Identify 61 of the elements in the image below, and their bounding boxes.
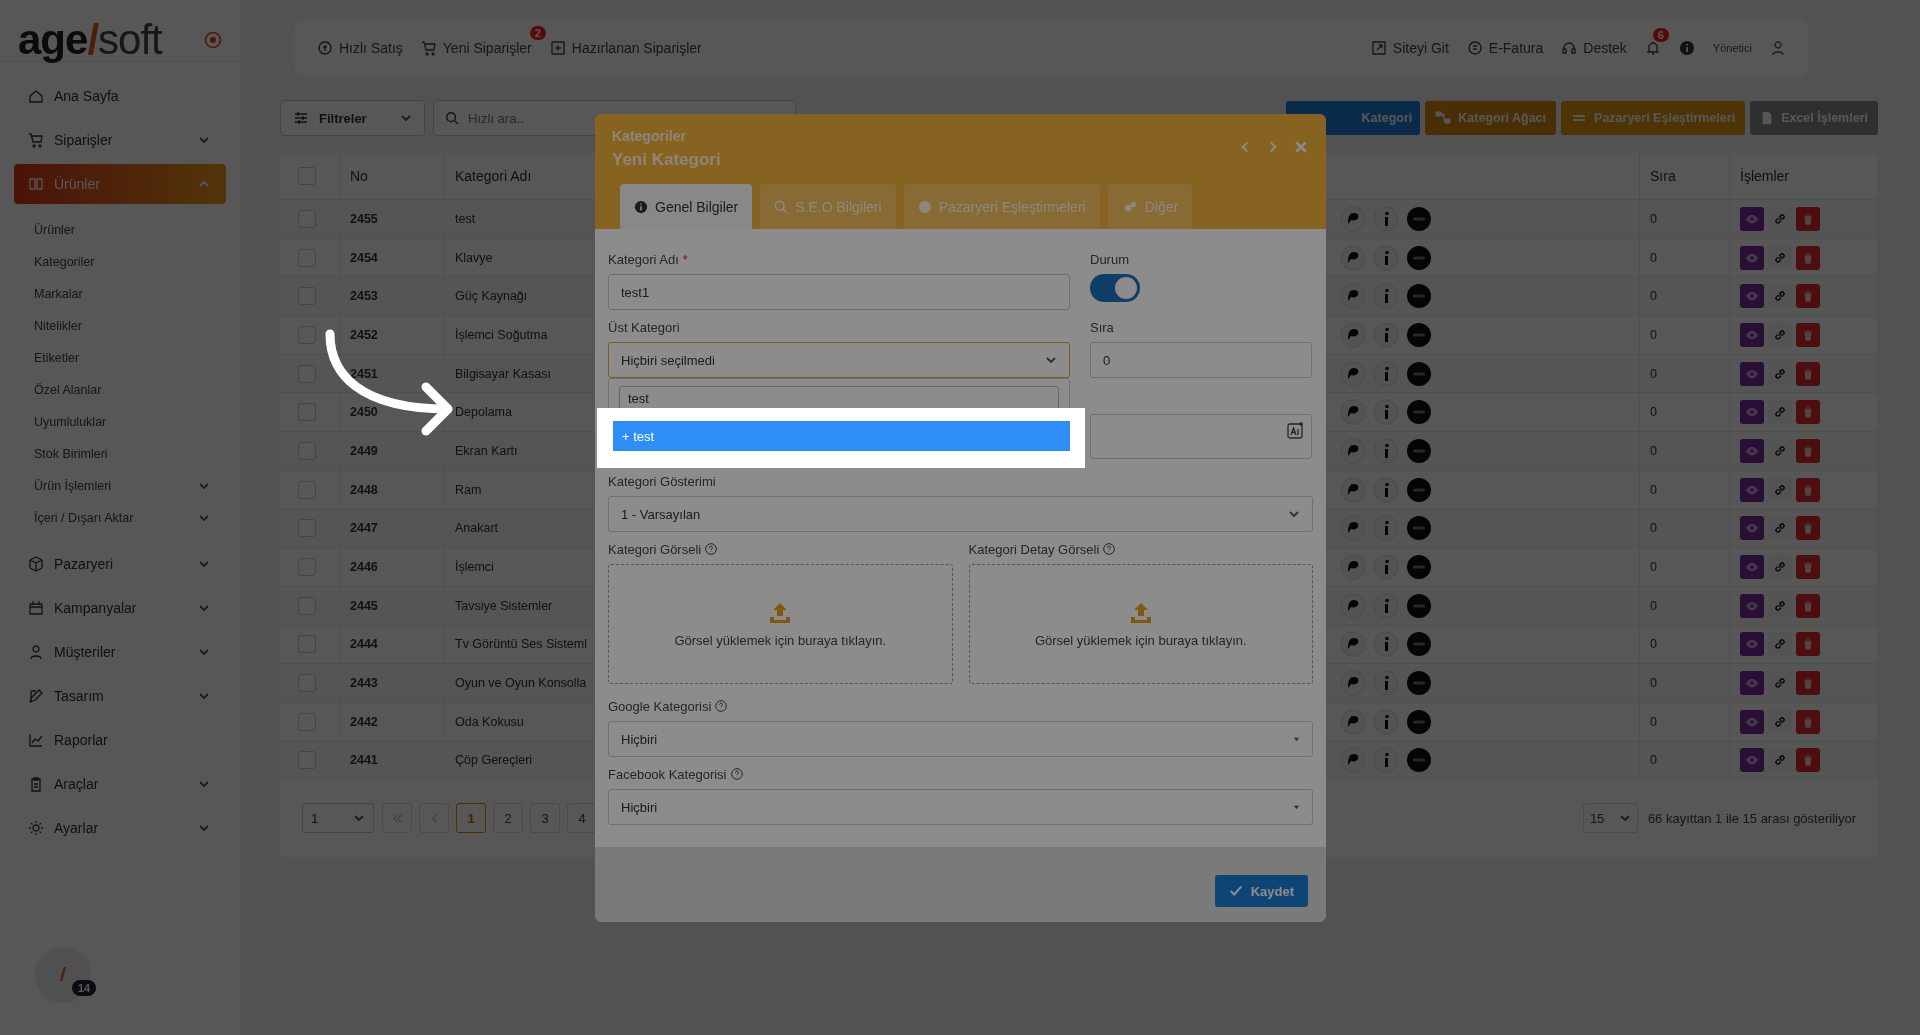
table-cell: Depolama	[455, 405, 512, 420]
table-cell: 2450	[350, 405, 378, 420]
table-cell: 2452	[350, 327, 378, 342]
table-cell: 2449	[350, 443, 378, 458]
table-cell: 0	[1650, 521, 1657, 536]
table-cell: 2454	[350, 250, 378, 265]
modal-title: Kategoriler	[612, 128, 687, 144]
required-mark: *	[682, 251, 688, 267]
table-cell: 2451	[350, 366, 378, 381]
table-cell: 0	[1650, 443, 1657, 458]
table-cell: Ram	[455, 482, 482, 497]
table-cell: 0	[1650, 366, 1657, 381]
field-label: Kategori Adı	[608, 251, 679, 267]
table-cell: 2447	[350, 521, 378, 536]
field-label: Kategori Detay Görseli	[968, 541, 1100, 557]
table-cell: 2443	[350, 676, 378, 691]
table-cell: 0	[1650, 714, 1657, 729]
count-badge: 14	[72, 980, 97, 996]
field-label: Facebook Kategorisi	[608, 766, 727, 782]
table-cell: İşlemci Soğutma	[455, 327, 548, 342]
table-cell: 2441	[350, 753, 378, 768]
modal-subtitle: Yeni Kategori	[612, 150, 722, 170]
table-cell: 2445	[350, 598, 378, 613]
table-cell: Oyun ve Oyun Konsolla	[455, 676, 587, 691]
table-cell: 0	[1650, 405, 1657, 420]
table-cell: 0	[1650, 250, 1657, 265]
table-cell: 2455	[350, 211, 378, 226]
table-cell: Çöp Gereçleri	[455, 753, 533, 768]
field-label: Durum	[1090, 251, 1129, 267]
field-label: Kategori Gösterimi	[608, 473, 716, 489]
table-cell: Bilgisayar Kasası	[455, 366, 551, 381]
table-cell: 2442	[350, 714, 378, 729]
field-label: Kategori Görseli	[608, 541, 702, 557]
table-cell: Tv Görüntü Ses Sisteml	[455, 637, 587, 652]
table-cell: Anakart	[455, 521, 499, 536]
table-cell: 0	[1650, 327, 1657, 342]
table-cell: 0	[1650, 289, 1657, 304]
table-cell: 2444	[350, 637, 378, 652]
table-cell: 0	[1650, 637, 1657, 652]
table-cell: Güç Kaynağı	[455, 289, 528, 304]
table-cell: 0	[1650, 482, 1657, 497]
table-cell: Klavye	[455, 250, 493, 265]
table-cell: 2446	[350, 560, 378, 575]
table-cell: 0	[1650, 560, 1657, 575]
table-cell: 0	[1650, 211, 1657, 226]
table-cell: 0	[1650, 598, 1657, 613]
table-cell: 0	[1650, 753, 1657, 768]
table-cell: 0	[1650, 676, 1657, 691]
table-cell: İşlemci	[455, 560, 494, 575]
table-cell: test	[455, 211, 476, 226]
pagination-info: 66 kayıttan 1 ile 15 arası gösteriliyor	[1647, 810, 1856, 826]
count-badge: 2	[529, 26, 546, 40]
count-badge: 6	[1652, 28, 1669, 42]
field-label: Üst Kategori	[608, 319, 680, 335]
table-cell: Ekran Kartı	[455, 443, 518, 458]
field-label: Sıra	[1090, 319, 1114, 335]
table-cell: 2448	[350, 482, 378, 497]
field-label: Google Kategorisi	[608, 698, 712, 714]
table-cell: Oda Kokusu	[455, 714, 524, 729]
table-cell: Tavsiye Sistemler	[455, 598, 553, 613]
table-cell: 2453	[350, 289, 378, 304]
